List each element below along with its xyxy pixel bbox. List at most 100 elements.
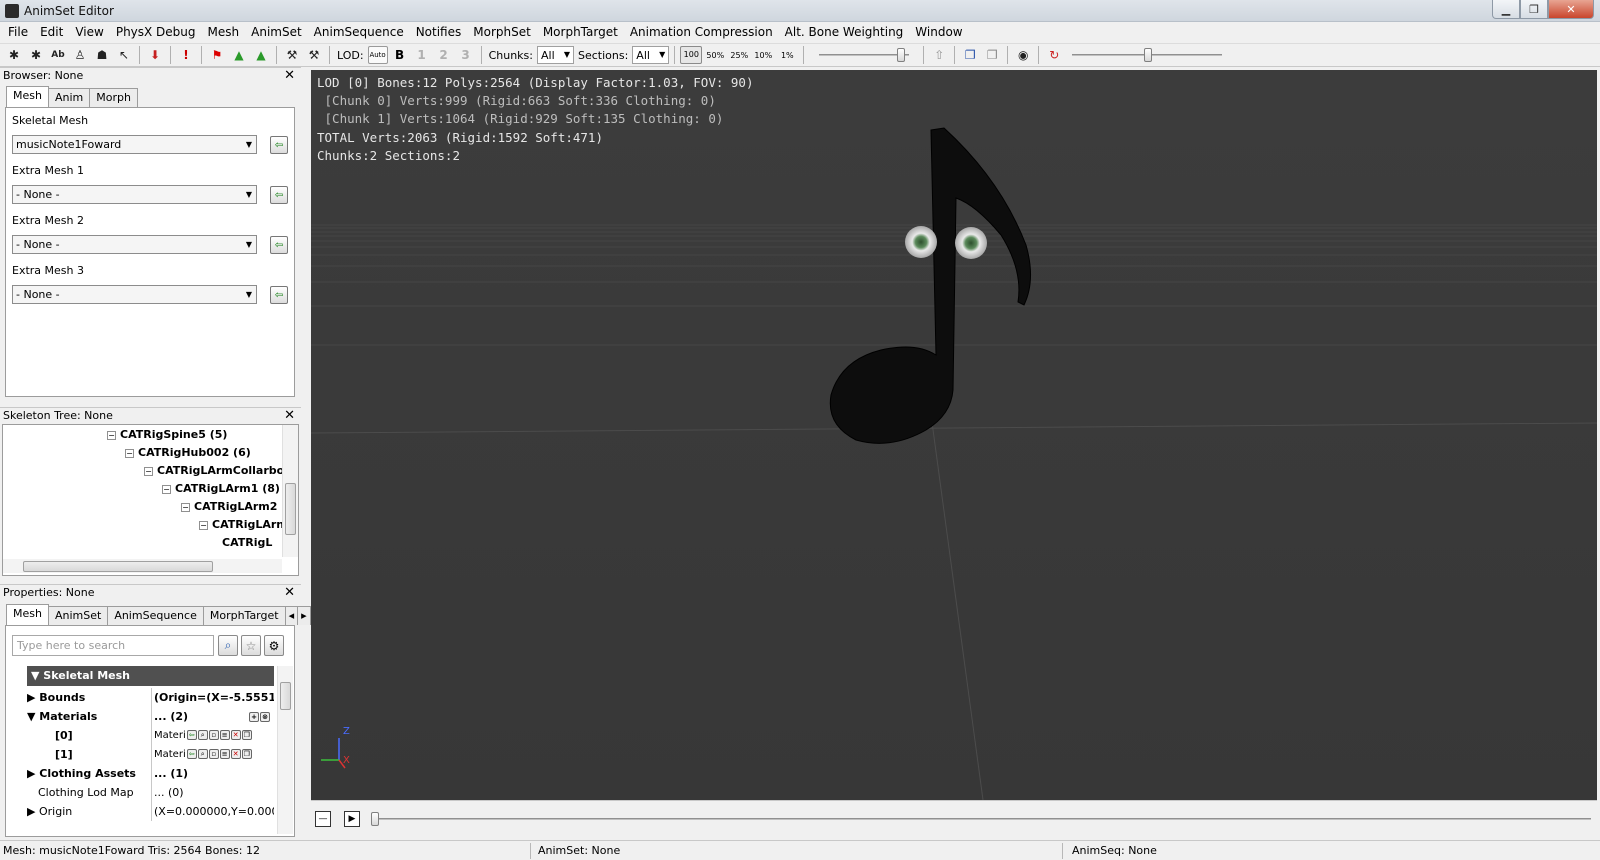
property-value[interactable]: ... (1) bbox=[151, 764, 274, 783]
menu-edit[interactable]: Edit bbox=[34, 25, 69, 39]
sections-select[interactable]: All ▼ bbox=[632, 46, 670, 64]
menu-mesh[interactable]: Mesh bbox=[202, 25, 246, 39]
tree-node[interactable]: CATRigL bbox=[222, 536, 272, 549]
bone-names-icon[interactable]: Ab bbox=[48, 45, 68, 65]
wireframe-icon[interactable]: ☗ bbox=[92, 45, 112, 65]
zoom-50-button[interactable]: 50% bbox=[704, 51, 726, 60]
scrollbar-thumb[interactable] bbox=[285, 483, 296, 535]
lod-3-button[interactable]: 3 bbox=[456, 48, 476, 62]
rotate-icon[interactable]: ↻ bbox=[1044, 45, 1064, 65]
eye-icon[interactable]: ◉ bbox=[1013, 45, 1033, 65]
menu-physx-debug[interactable]: PhysX Debug bbox=[110, 25, 202, 39]
cursor-icon[interactable]: ↖ bbox=[114, 45, 134, 65]
property-row-materials[interactable]: ▼ Materials ... (2) + ⊗ bbox=[27, 707, 274, 726]
property-row-clothing-lod-map[interactable]: Clothing Lod Map ... (0) bbox=[27, 783, 274, 802]
lod-2-button[interactable]: 2 bbox=[434, 48, 454, 62]
property-value[interactable]: ... (0) bbox=[151, 783, 274, 802]
menu-alt-bone-weighting[interactable]: Alt. Bone Weighting bbox=[779, 25, 910, 39]
close-icon[interactable]: ✕ bbox=[284, 585, 295, 600]
tab-animsequence[interactable]: AnimSequence bbox=[107, 606, 204, 625]
browse-icon[interactable]: ▫ bbox=[208, 749, 219, 759]
minimize-button[interactable]: ▁ bbox=[1492, 0, 1520, 19]
collapse-icon[interactable]: − bbox=[107, 430, 116, 440]
delete-icon[interactable]: ✕ bbox=[230, 730, 241, 740]
zoom-10-button[interactable]: 10% bbox=[752, 51, 774, 60]
extra-mesh-3-select[interactable]: - None - ▼ bbox=[12, 285, 257, 304]
menu-file[interactable]: File bbox=[2, 25, 34, 39]
skeletal-mesh-category[interactable]: ▼ Skeletal Mesh bbox=[27, 666, 274, 686]
tree-horizontal-scrollbar[interactable] bbox=[3, 559, 282, 573]
clear-icon[interactable]: ⊗ bbox=[260, 712, 270, 722]
timeline-scrubber[interactable] bbox=[371, 809, 1591, 829]
skeletal-mesh-select[interactable]: musicNote1Foward ▼ bbox=[12, 135, 257, 154]
tab-scroll-right[interactable]: ▸ bbox=[297, 606, 311, 625]
triangle-green-icon[interactable]: ▲ bbox=[229, 45, 249, 65]
no-tools-icon[interactable]: ⚒ bbox=[304, 45, 324, 65]
expand-icon[interactable]: ▶ bbox=[27, 691, 39, 704]
property-row-bounds[interactable]: ▶ Bounds (Origin=(X=-5.555176 bbox=[27, 688, 274, 707]
collapse-icon[interactable]: − bbox=[162, 484, 171, 494]
tree-node[interactable]: − CATRigHub002 (6) bbox=[125, 446, 251, 459]
loop-button[interactable]: — bbox=[315, 811, 331, 827]
maximize-button[interactable]: ❐ bbox=[1520, 0, 1548, 19]
chunks-select[interactable]: All ▼ bbox=[536, 46, 574, 64]
use-selected-extra-mesh-1-button[interactable]: ⇦ bbox=[270, 186, 288, 204]
tab-scroll-left[interactable]: ◂ bbox=[284, 606, 299, 625]
property-search-input[interactable]: Type here to search bbox=[12, 635, 214, 656]
zoom-1-button[interactable]: 1% bbox=[776, 51, 798, 60]
settings-icon[interactable]: ⚙ bbox=[264, 635, 284, 656]
paste-icon[interactable]: ❐ bbox=[982, 45, 1002, 65]
tab-mesh[interactable]: Mesh bbox=[6, 86, 49, 107]
rotation-slider[interactable] bbox=[1072, 45, 1223, 65]
duplicate-icon[interactable]: ❐ bbox=[241, 730, 252, 740]
search-icon[interactable]: ⌕ bbox=[218, 635, 238, 656]
close-icon[interactable]: ✕ bbox=[284, 408, 295, 423]
property-row-clothing-assets[interactable]: ▶ Clothing Assets ... (1) bbox=[27, 764, 274, 783]
collapse-icon[interactable]: − bbox=[144, 466, 153, 476]
menu-morphset[interactable]: MorphSet bbox=[467, 25, 537, 39]
menu-window[interactable]: Window bbox=[909, 25, 968, 39]
expand-icon[interactable]: ▶ bbox=[27, 767, 39, 780]
property-row-material-0[interactable]: [0] Materi ⇦ ⌕ ▫ ≡ ✕ ❐ bbox=[27, 726, 274, 745]
lod-auto-button[interactable]: Auto bbox=[367, 46, 388, 64]
tab-animset[interactable]: AnimSet bbox=[47, 606, 109, 625]
close-button[interactable]: ✕ bbox=[1548, 0, 1594, 19]
speed-slider[interactable] bbox=[819, 45, 910, 65]
find-icon[interactable]: ⌕ bbox=[197, 749, 208, 759]
collapse-icon[interactable]: − bbox=[199, 520, 208, 530]
property-value[interactable]: (X=0.000000,Y=0.00000 bbox=[151, 802, 274, 821]
pin-icon[interactable]: ⇧ bbox=[929, 45, 949, 65]
use-selected-icon[interactable]: ⇦ bbox=[186, 730, 197, 740]
zoom-100-button[interactable]: 100 bbox=[680, 46, 703, 64]
insert-icon[interactable]: ≡ bbox=[219, 749, 230, 759]
scrollbar-thumb[interactable] bbox=[280, 682, 291, 710]
property-value[interactable]: (Origin=(X=-5.555176 bbox=[151, 688, 274, 707]
tab-mesh[interactable]: Mesh bbox=[6, 604, 49, 625]
add-icon[interactable]: + bbox=[249, 712, 259, 722]
extra-mesh-1-select[interactable]: - None - ▼ bbox=[12, 185, 257, 204]
bone-icon[interactable]: ✱ bbox=[26, 45, 46, 65]
tree-node[interactable]: − CATRigLArm1 (8) bbox=[162, 482, 280, 495]
menu-notifies[interactable]: Notifies bbox=[410, 25, 468, 39]
lod-1-button[interactable]: 1 bbox=[412, 48, 432, 62]
copy-icon[interactable]: ❐ bbox=[960, 45, 980, 65]
zoom-25-button[interactable]: 25% bbox=[728, 51, 750, 60]
flag-icon[interactable]: ⚑ bbox=[207, 45, 227, 65]
menu-view[interactable]: View bbox=[69, 25, 109, 39]
socket-icon[interactable]: ♙ bbox=[70, 45, 90, 65]
slider-thumb[interactable] bbox=[371, 812, 379, 826]
collapse-icon[interactable]: ▼ bbox=[27, 710, 39, 723]
use-selected-extra-mesh-3-button[interactable]: ⇦ bbox=[270, 286, 288, 304]
3d-viewport[interactable]: LOD [0] Bones:12 Polys:2564 (Display Fac… bbox=[311, 70, 1597, 800]
download-icon[interactable]: ⬇ bbox=[145, 45, 165, 65]
property-row-material-1[interactable]: [1] Materi ⇦ ⌕ ▫ ≡ ✕ ❐ bbox=[27, 745, 274, 764]
menu-animsequence[interactable]: AnimSequence bbox=[308, 25, 410, 39]
favorite-icon[interactable]: ☆ bbox=[241, 635, 261, 656]
use-selected-mesh-button[interactable]: ⇦ bbox=[270, 136, 288, 154]
scrollbar-thumb[interactable] bbox=[23, 561, 213, 572]
close-icon[interactable]: ✕ bbox=[284, 68, 295, 83]
duplicate-icon[interactable]: ❐ bbox=[241, 749, 252, 759]
properties-scrollbar[interactable] bbox=[277, 666, 293, 834]
collapse-icon[interactable]: − bbox=[125, 448, 134, 458]
tree-node[interactable]: − CATRigLArm2 ( bbox=[181, 500, 286, 513]
